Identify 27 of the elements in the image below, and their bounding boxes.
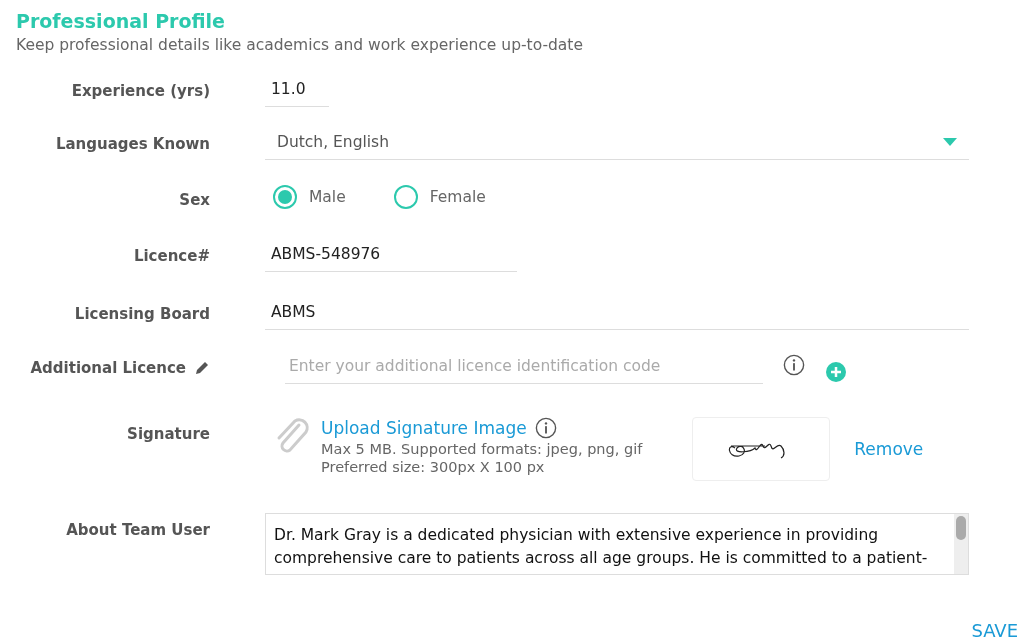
info-icon[interactable] — [534, 417, 557, 439]
field-label: Experience (yrs) — [71, 82, 210, 100]
format-hint: Max 5 MB. Supported formats: jpeg, png, gif — [321, 441, 643, 457]
languages-dropdown[interactable]: Dutch, English — [265, 121, 969, 160]
radio-label[interactable]: Female — [429, 188, 486, 206]
experience-field[interactable]: 11.0 — [265, 68, 329, 107]
field-label: Licence# — [133, 247, 210, 265]
licence-field[interactable]: ABMS-548976 — [265, 233, 517, 272]
field-label: Languages Known — [55, 135, 210, 153]
radio-button[interactable] — [273, 185, 297, 209]
radio-label[interactable]: Male — [309, 188, 346, 206]
field-label: Sex — [179, 191, 210, 209]
add-icon[interactable] — [825, 360, 847, 383]
field-label: Additional Licence — [30, 359, 186, 377]
licensing-board-field[interactable]: ABMS — [265, 291, 969, 330]
field-label: Signature — [127, 425, 210, 443]
field-label: Licensing Board — [74, 305, 210, 323]
page-subtitle: Keep professional details like academics and work experience up-to-date — [16, 36, 584, 54]
page-title: Professional Profile — [16, 10, 226, 32]
about-text-area[interactable]: Dr. Mark Gray is a dedicated physician with extensive experience in providing comprehensive care to patients across all age groups. He is committed to a patient- — [265, 513, 969, 575]
size-hint: Preferred size: 300px X 100 px — [321, 459, 546, 475]
info-icon[interactable] — [783, 353, 805, 376]
radio-button[interactable] — [393, 185, 418, 209]
pencil-icon[interactable] — [194, 360, 210, 376]
scrollbar[interactable] — [954, 514, 968, 574]
caret-icon — [943, 138, 957, 146]
field-label: About Team User — [66, 521, 210, 539]
